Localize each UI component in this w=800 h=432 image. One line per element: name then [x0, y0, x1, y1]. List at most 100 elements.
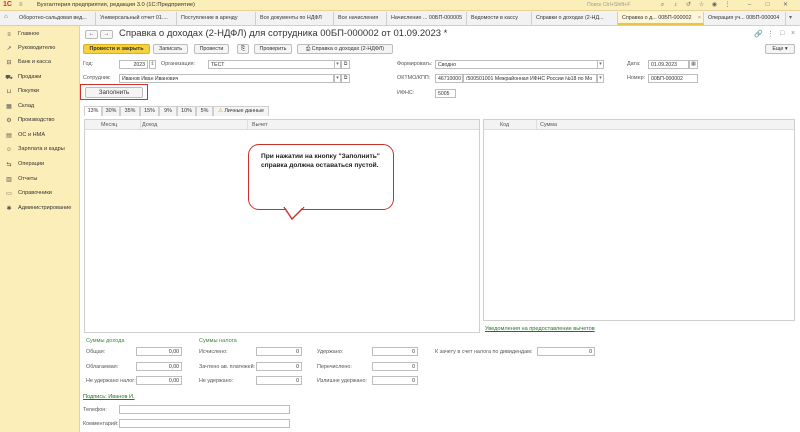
sidebar-item-warehouse[interactable]: ▦ Склад: [0, 100, 80, 114]
tab-ndfl-docs[interactable]: Все документы по НДФЛ: [256, 12, 334, 25]
star-icon[interactable]: ☆: [698, 2, 705, 9]
minimize-icon[interactable]: –: [746, 2, 753, 9]
sidebar-item-manager[interactable]: ↗ Руководителю: [0, 42, 80, 56]
phone-field[interactable]: [119, 405, 290, 414]
user-icon[interactable]: ◉: [711, 2, 718, 9]
close-doc-icon[interactable]: ×: [791, 30, 795, 37]
organization-open-icon[interactable]: ⧉: [341, 60, 350, 69]
employee-dropdown-icon[interactable]: ▾: [334, 74, 341, 83]
tab-rate-13[interactable]: 13%: [84, 106, 102, 116]
people-icon: ☺: [5, 147, 13, 153]
back-button[interactable]: ←: [85, 30, 98, 39]
attach-button[interactable]: ⎘: [237, 44, 249, 54]
comment-field[interactable]: [119, 419, 290, 428]
calculated-label: Исчислено:: [199, 349, 228, 355]
excess-withheld-field[interactable]: 0: [372, 376, 418, 385]
year-stepper[interactable]: ⇕: [149, 60, 156, 69]
tabs-dropdown-icon[interactable]: ▾: [789, 14, 792, 21]
close-icon[interactable]: ✕: [782, 2, 789, 9]
form-mode-select[interactable]: Сводно: [435, 60, 598, 69]
menu-icon[interactable]: ≡: [19, 2, 23, 8]
title-bar: 1С ≡ Бухгалтерия предприятия, редакция 3…: [0, 0, 800, 11]
sidebar-item-reports[interactable]: ▥ Отчеты: [0, 173, 80, 187]
notifications-link[interactable]: Уведомления на предоставление вычетов: [485, 326, 595, 332]
more-options-icon[interactable]: ⋮: [767, 30, 774, 38]
deduction-grid[interactable]: Код Сумма: [483, 119, 795, 321]
taxable-income-field[interactable]: 0,00: [136, 362, 182, 371]
signature-link[interactable]: Подпись: Иванов И.: [83, 394, 135, 400]
sidebar-item-label: Руководителю: [18, 45, 56, 51]
tab-income-certificates[interactable]: Справки о доходах (2-НД...: [532, 12, 618, 25]
sidebar-item-assets[interactable]: ▤ ОС и НМА: [0, 129, 80, 143]
date-field[interactable]: 01.09.2023: [648, 60, 689, 69]
tab-current-certificate[interactable]: Справка о д... 00БП-000002 ×: [618, 12, 704, 25]
tab-rate-30[interactable]: 30%: [102, 106, 120, 116]
sidebar-item-label: Покупки: [18, 88, 40, 94]
tab-label: Все начисления: [338, 15, 379, 21]
form-mode-dropdown-icon[interactable]: ▾: [597, 60, 604, 69]
print-certificate-label: Справка о доходах (2-НДФЛ): [311, 46, 385, 52]
number-field[interactable]: 00БП-000002: [648, 74, 698, 83]
global-search[interactable]: Поиск Ctrl+Shift+F: [587, 2, 631, 8]
sidebar-item-purchases[interactable]: ⊔ Покупки: [0, 85, 80, 99]
kpp-field[interactable]: /500501001 Межрайонная ИФНС России №18 п…: [463, 74, 597, 83]
tab-personal-data[interactable]: ⚠ Личные данные: [213, 106, 269, 116]
withheld-field[interactable]: 0: [372, 347, 418, 356]
sidebar-item-catalogs[interactable]: ▭ Справочники: [0, 187, 80, 201]
tab-rate-15[interactable]: 15%: [140, 106, 159, 116]
more-button[interactable]: Еще ▾: [765, 44, 795, 54]
link-icon[interactable]: 🔗: [754, 30, 763, 38]
sidebar-item-payroll[interactable]: ☺ Зарплата и кадры: [0, 143, 80, 157]
sidebar-item-bank[interactable]: ⊟ Банк и касса: [0, 56, 80, 70]
notification-icon[interactable]: ♪: [672, 2, 679, 9]
sidebar-item-operations[interactable]: ⇆ Операции: [0, 158, 80, 172]
year-field[interactable]: 2023: [119, 60, 148, 69]
save-button[interactable]: Записать: [153, 44, 188, 54]
forward-button[interactable]: →: [100, 30, 113, 39]
post-and-close-button[interactable]: Провести и закрыть: [83, 44, 150, 54]
tab-rate-35[interactable]: 35%: [120, 106, 140, 116]
tab-all-accruals[interactable]: Все начисления: [334, 12, 387, 25]
total-income-field[interactable]: 0,00: [136, 347, 182, 356]
organization-field[interactable]: ТЕСТ: [208, 60, 335, 69]
tab-accrual-doc[interactable]: Начисление ... 00БП-000005: [387, 12, 467, 25]
tab-rent-receipt[interactable]: Поступление в аренду: [177, 12, 256, 25]
tab-cash-statements[interactable]: Ведомости в кассу: [467, 12, 532, 25]
history-icon[interactable]: ↺: [685, 2, 692, 9]
home-icon[interactable]: ⌂: [4, 14, 8, 20]
employee-open-icon[interactable]: ⧉: [341, 74, 350, 83]
oktmo-field[interactable]: 46710000: [435, 74, 463, 83]
organization-dropdown-icon[interactable]: ▾: [334, 60, 341, 69]
tab-universal-report[interactable]: Универсальный отчет 01....: [96, 12, 177, 25]
maximize-icon[interactable]: □: [764, 2, 771, 9]
close-tab-icon[interactable]: ×: [698, 15, 701, 21]
settings-icon[interactable]: ⋮: [724, 2, 731, 9]
calculated-field[interactable]: 0: [256, 347, 302, 356]
sidebar-item-sales[interactable]: ⛟ Продажи: [0, 71, 80, 85]
sidebar-item-production[interactable]: ⚙ Производство: [0, 114, 80, 128]
verify-button[interactable]: Проверить: [254, 44, 292, 54]
tab-rate-10[interactable]: 10%: [177, 106, 196, 116]
window-maximize-icon[interactable]: □: [780, 30, 784, 37]
search-icon[interactable]: ⌕: [659, 2, 666, 9]
dividend-offset-field[interactable]: 0: [537, 347, 595, 356]
tab-rate-5[interactable]: 5%: [196, 106, 213, 116]
not-withheld-tax-field[interactable]: 0: [256, 376, 302, 385]
offset-payments-field[interactable]: 0: [256, 362, 302, 371]
column-deduction: Вычет: [252, 122, 268, 128]
post-button[interactable]: Провести: [194, 44, 229, 54]
tab-operation[interactable]: Операция уч... 00БП-000004: [704, 12, 786, 25]
deduction-grid-header: Код Сумма: [484, 120, 794, 130]
sidebar-item-main[interactable]: ≡ Главное: [0, 28, 80, 42]
tab-rate-9[interactable]: 9%: [159, 106, 177, 116]
print-certificate-button[interactable]: ⎙ Справка о доходах (2-НДФЛ): [297, 44, 393, 54]
sidebar-item-label: Операции: [18, 161, 45, 167]
transferred-field[interactable]: 0: [372, 362, 418, 371]
calendar-icon[interactable]: ▦: [689, 60, 698, 69]
ifns-field[interactable]: 5005: [435, 89, 456, 98]
kpp-dropdown-icon[interactable]: ▾: [597, 74, 604, 83]
tab-osv[interactable]: Оборотно-сальдовая вед...: [15, 12, 96, 25]
sidebar-item-admin[interactable]: ✱ Администрирование: [0, 202, 80, 216]
employee-field[interactable]: Иванов Иван Иванович: [119, 74, 334, 83]
not-withheld-field[interactable]: 0,00: [136, 376, 182, 385]
